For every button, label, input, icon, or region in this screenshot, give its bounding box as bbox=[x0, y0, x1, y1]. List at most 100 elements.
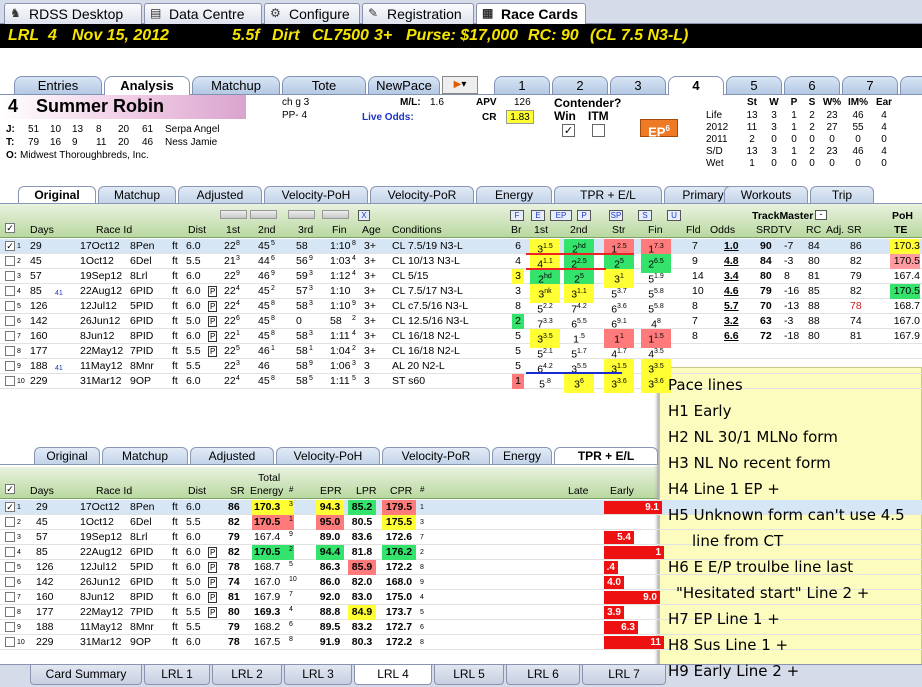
x-filter-button[interactable]: X bbox=[358, 210, 370, 221]
tab-pp-original[interactable]: Original bbox=[18, 186, 96, 203]
cpr: 172.7 bbox=[385, 621, 413, 633]
pace-dropdown-button[interactable]: ▶▾ bbox=[442, 76, 478, 94]
tab-horse-next[interactable] bbox=[900, 76, 922, 94]
race-tab-lrl-4[interactable]: LRL 4 bbox=[354, 665, 432, 685]
tab-horse-6[interactable]: 6 bbox=[784, 76, 840, 94]
tab-horse-2[interactable]: 2 bbox=[552, 76, 608, 94]
pace-filter-button[interactable]: SP bbox=[609, 210, 623, 221]
tab-pp-trip[interactable]: Trip bbox=[810, 186, 874, 203]
split-filter-button[interactable] bbox=[288, 210, 315, 222]
tab-rdss-desktop[interactable]: ♞ RDSS Desktop bbox=[4, 3, 142, 24]
early-bar: 9.0 bbox=[604, 591, 660, 604]
row-checkbox[interactable] bbox=[5, 316, 15, 326]
split-filter-button[interactable] bbox=[220, 210, 247, 222]
tab-horse-4[interactable]: 4 bbox=[668, 76, 724, 95]
race-tab-lrl-2[interactable]: LRL 2 bbox=[212, 665, 282, 685]
table-row[interactable]: 2 45 1Oct12 6Del ft 5.5 21 3 44 6 56 9 1:03 4 3+ CL 10/… bbox=[0, 254, 922, 273]
itm-checkbox[interactable] bbox=[592, 124, 605, 137]
row-checkbox[interactable] bbox=[5, 361, 15, 371]
collapse-button[interactable]: - bbox=[815, 210, 827, 220]
tab-horse-7[interactable]: 7 bbox=[842, 76, 898, 94]
tab-pp-workouts[interactable]: Workouts bbox=[724, 186, 808, 203]
column-header: Days bbox=[30, 224, 54, 236]
tab-horse-3[interactable]: 3 bbox=[610, 76, 666, 94]
select-all-checkbox[interactable]: ✓ bbox=[5, 223, 15, 233]
tab-configure[interactable]: ⚙ Configure bbox=[264, 3, 360, 24]
tab-pp-velocity-poh[interactable]: Velocity-PoH bbox=[276, 447, 380, 464]
row-checkbox[interactable] bbox=[5, 517, 15, 527]
row-checkbox[interactable] bbox=[5, 331, 15, 341]
table-row[interactable]: 9 188 41 11May12 8Mnr ft 5.5 22 3 46 58 9 1:06 3 3 AL 2… bbox=[0, 359, 922, 378]
tab-pp-energy[interactable]: Energy bbox=[476, 186, 552, 203]
days: 177 bbox=[36, 606, 54, 618]
tab-pp-original[interactable]: Original bbox=[34, 447, 100, 464]
tab-horse-5[interactable]: 5 bbox=[726, 76, 782, 94]
row-checkbox[interactable] bbox=[5, 286, 15, 296]
pace-filter-button[interactable]: S bbox=[638, 210, 652, 221]
tab-pp-adjusted[interactable]: Adjusted bbox=[190, 447, 274, 464]
tab-pp-velocity-por[interactable]: Velocity-PoR bbox=[370, 186, 474, 203]
tab-horse-1[interactable]: 1 bbox=[494, 76, 550, 94]
win-checkbox[interactable]: ✓ bbox=[562, 124, 575, 137]
race-tab-lrl-7[interactable]: LRL 7 bbox=[582, 665, 666, 685]
row-checkbox[interactable]: ✓ bbox=[5, 502, 15, 512]
tab-pp-energy[interactable]: Energy bbox=[492, 447, 552, 464]
tab-pp-adjusted[interactable]: Adjusted bbox=[178, 186, 262, 203]
race-tab-lrl-5[interactable]: LRL 5 bbox=[434, 665, 504, 685]
race-tab-lrl-1[interactable]: LRL 1 bbox=[144, 665, 210, 685]
row-checkbox[interactable] bbox=[5, 622, 15, 632]
split-filter-button[interactable] bbox=[322, 210, 349, 222]
row-checkbox[interactable]: ✓ bbox=[5, 241, 15, 251]
table-row[interactable]: 6 142 26Jun12 6PID ft 5.0 P 22 6 45 8 0 58 2 3+ CL 12.5… bbox=[0, 314, 922, 331]
lpr: 83.2 bbox=[351, 621, 373, 633]
tab-analysis[interactable]: Analysis bbox=[104, 76, 190, 95]
split-filter-button[interactable] bbox=[250, 210, 277, 222]
table-row[interactable]: 3 57 19Sep12 8Lrl ft 6.0 79 167.4 9 89.0 83.6 172.6… bbox=[0, 530, 922, 545]
tab-pp-tpr-e-l[interactable]: TPR + E/L bbox=[554, 186, 662, 203]
row-checkbox[interactable] bbox=[5, 547, 15, 557]
table-row[interactable]: ✓ 1 29 17Oct12 8Pen ft 6.0 22 8 45 5 58 1:10 8 3+ CL 7.… bbox=[0, 239, 922, 258]
table-row[interactable]: 9 188 11May12 8Mnr ft 5.5 79 168.2 6 89.5 83.2 172.… bbox=[0, 620, 922, 635]
row-checkbox[interactable] bbox=[5, 301, 15, 311]
row-checkbox[interactable] bbox=[5, 562, 15, 572]
pace-filter-button[interactable]: EP bbox=[550, 210, 572, 221]
pace-filter-button[interactable]: P bbox=[577, 210, 591, 221]
lpr: 83.6 bbox=[351, 531, 373, 543]
pace-filter-button[interactable]: U bbox=[667, 210, 681, 221]
pace-filter-button[interactable]: F bbox=[510, 210, 524, 221]
tab-pp-velocity-por[interactable]: Velocity-PoR bbox=[382, 447, 490, 464]
tab-pp-matchup[interactable]: Matchup bbox=[98, 186, 176, 203]
table-row[interactable]: 7 160 8Jun12 8PID ft 6.0 P 22 1 45 8 58 3 1:11 4 3+ CL 1… bbox=[0, 329, 922, 348]
tab-tote[interactable]: Tote bbox=[282, 76, 366, 94]
tab-registration[interactable]: ✎ Registration bbox=[362, 3, 474, 24]
row-checkbox[interactable] bbox=[5, 256, 15, 266]
table-row[interactable]: 8 177 22May12 7PID ft 5.5 P 80 169.3 4 88.8 84.9 173… bbox=[0, 605, 922, 620]
table-row[interactable]: 10 229 31Mar12 9OP ft 6.0 22 4 45 8 58 5 1:11 5 3 ST s6… bbox=[0, 374, 922, 393]
tab-entries[interactable]: Entries bbox=[14, 76, 102, 94]
table-row[interactable]: 4 85 41 22Aug12 6PID ft 6.0 P 22 4 45 2 57 3 1:10 3+ CL … bbox=[0, 284, 922, 303]
pace-filter-button[interactable]: E bbox=[531, 210, 545, 221]
tab-pp-velocity-poh[interactable]: Velocity-PoH bbox=[264, 186, 368, 203]
table-row[interactable]: 8 177 22May12 7PID ft 5.5 P 22 5 46 1 58 1 1:04 2 3+ CL … bbox=[0, 344, 922, 361]
row-checkbox[interactable] bbox=[5, 637, 15, 647]
tab-matchup[interactable]: Matchup bbox=[192, 76, 280, 94]
row-checkbox[interactable] bbox=[5, 577, 15, 587]
row-checkbox[interactable] bbox=[5, 607, 15, 617]
tab-race-cards[interactable]: ▦ Race Cards bbox=[476, 3, 586, 25]
row-checkbox[interactable] bbox=[5, 532, 15, 542]
select-all-checkbox-2[interactable]: ✓ bbox=[5, 484, 15, 494]
tab-pp-tpr-e-l[interactable]: TPR + E/L bbox=[554, 447, 658, 464]
table-row[interactable]: 5 126 12Jul12 5PID ft 6.0 P 22 4 45 8 58 3 1:10 9 3+ CL … bbox=[0, 299, 922, 316]
row-checkbox[interactable] bbox=[5, 592, 15, 602]
race-tab-lrl-6[interactable]: LRL 6 bbox=[506, 665, 580, 685]
race-tab-lrl-3[interactable]: LRL 3 bbox=[284, 665, 352, 685]
row-number: 10 bbox=[17, 639, 25, 646]
row-checkbox[interactable] bbox=[5, 376, 15, 386]
row-checkbox[interactable] bbox=[5, 271, 15, 281]
tab-pp-matchup[interactable]: Matchup bbox=[102, 447, 188, 464]
race-tab-card-summary[interactable]: Card Summary bbox=[30, 665, 142, 685]
table-row[interactable]: 3 57 19Sep12 8Lrl ft 6.0 22 9 46 9 59 3 1:12 4 3+ CL 5/… bbox=[0, 269, 922, 288]
tab-data-centre[interactable]: ▤ Data Centre bbox=[144, 3, 262, 24]
tab-newpace[interactable]: NewPace bbox=[368, 76, 440, 94]
row-checkbox[interactable] bbox=[5, 346, 15, 356]
